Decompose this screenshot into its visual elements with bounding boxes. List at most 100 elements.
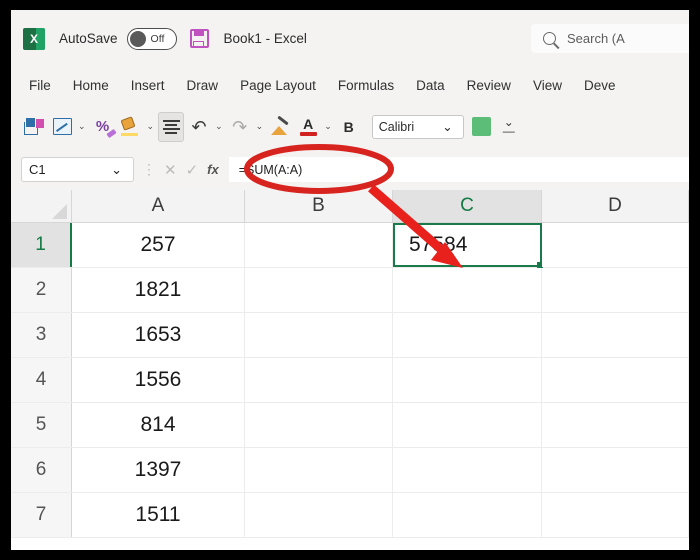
row-header-2[interactable]: 2 xyxy=(11,268,72,312)
cell-D2[interactable] xyxy=(542,268,689,312)
fill-color-icon[interactable] xyxy=(118,112,144,142)
row-header-4[interactable]: 4 xyxy=(11,358,72,402)
title-bar: X AutoSave Off Book1 - Excel Search (A xyxy=(11,10,689,67)
cell-B7[interactable] xyxy=(245,493,393,537)
formula-bar-separator: ⋮ xyxy=(142,161,156,177)
undo-icon[interactable]: ↶ xyxy=(186,112,212,142)
fill-color-chevron-down-icon[interactable]: ⌄ xyxy=(147,121,155,132)
edit-cell-chevron-down-icon[interactable]: ⌄ xyxy=(78,121,86,132)
cell-C2[interactable] xyxy=(393,268,542,312)
name-box-value: C1 xyxy=(29,162,46,177)
insert-function-icon[interactable]: fx xyxy=(207,162,219,177)
table-row: 6 1397 xyxy=(11,448,689,493)
column-header-c[interactable]: C xyxy=(393,190,542,222)
cell-A5[interactable]: 814 xyxy=(72,403,245,447)
font-family-value: Calibri xyxy=(378,119,415,134)
font-family-chevron-down-icon: ⌄ xyxy=(442,120,453,134)
cell-A6[interactable]: 1397 xyxy=(72,448,245,492)
cell-B4[interactable] xyxy=(245,358,393,402)
cell-C7[interactable] xyxy=(393,493,542,537)
cancel-x-icon[interactable]: ✕ xyxy=(164,161,177,179)
quick-toolbar: ⌄ % ⌄ ↶ ⌄ ↷ ⌄ A ⌄ B Calibri ⌄ ⌄ — xyxy=(11,104,689,149)
cell-B5[interactable] xyxy=(245,403,393,447)
cell-D6[interactable] xyxy=(542,448,689,492)
cell-C6[interactable] xyxy=(393,448,542,492)
cell-C3[interactable] xyxy=(393,313,542,357)
cell-D5[interactable] xyxy=(542,403,689,447)
row-header-3[interactable]: 3 xyxy=(11,313,72,357)
confirm-check-icon[interactable]: ✓ xyxy=(186,161,199,179)
align-text-icon[interactable] xyxy=(158,111,185,142)
autosave-label: AutoSave xyxy=(59,31,118,46)
column-header-a[interactable]: A xyxy=(72,190,245,222)
undo-chevron-down-icon[interactable]: ⌄ xyxy=(215,121,223,132)
search-input[interactable]: Search (A xyxy=(531,24,689,53)
cell-B2[interactable] xyxy=(245,268,393,312)
cell-A2[interactable]: 1821 xyxy=(72,268,245,312)
font-family-select[interactable]: Calibri ⌄ xyxy=(371,114,464,139)
row-header-5[interactable]: 5 xyxy=(11,403,72,447)
cell-A3[interactable]: 1653 xyxy=(72,313,245,357)
paste-icon[interactable] xyxy=(21,112,47,142)
tab-insert[interactable]: Insert xyxy=(131,78,165,93)
font-color-chevron-down-icon[interactable]: ⌄ xyxy=(324,121,332,132)
redo-chevron-down-icon[interactable]: ⌄ xyxy=(256,121,264,132)
tab-review[interactable]: Review xyxy=(467,78,511,93)
document-title: Book1 - Excel xyxy=(223,31,307,46)
format-painter-icon[interactable] xyxy=(267,112,293,142)
tab-view[interactable]: View xyxy=(533,78,562,93)
excel-logo-letter: X xyxy=(29,31,38,46)
row-header-1[interactable]: 1 xyxy=(11,223,72,267)
cell-D1[interactable] xyxy=(542,223,689,267)
excel-window: X AutoSave Off Book1 - Excel Search (A F… xyxy=(11,10,689,550)
select-all-corner-icon[interactable] xyxy=(11,190,72,222)
cell-D3[interactable] xyxy=(542,313,689,357)
cell-B6[interactable] xyxy=(245,448,393,492)
cell-A4[interactable]: 1556 xyxy=(72,358,245,402)
table-row: 7 1511 xyxy=(11,493,689,538)
cell-D7[interactable] xyxy=(542,493,689,537)
tab-file[interactable]: File xyxy=(29,78,51,93)
tab-formulas[interactable]: Formulas xyxy=(338,78,394,93)
table-row: 3 1653 xyxy=(11,313,689,358)
table-row: 2 1821 xyxy=(11,268,689,313)
formula-input[interactable]: =SUM(A:A) xyxy=(228,157,689,182)
tab-data[interactable]: Data xyxy=(416,78,445,93)
formula-bar-actions: ✕ ✓ fx xyxy=(164,161,219,179)
table-row: 1 257 57584 xyxy=(11,223,689,268)
ribbon-tabs: File Home Insert Draw Page Layout Formul… xyxy=(11,67,689,104)
font-color-icon[interactable]: A xyxy=(295,112,321,142)
autosave-state-label: Off xyxy=(150,32,165,45)
toolbar-overflow-icon[interactable]: ⌄ — xyxy=(503,116,515,136)
row-header-7[interactable]: 7 xyxy=(11,493,72,537)
column-header-b[interactable]: B xyxy=(245,190,393,222)
edit-cell-icon[interactable] xyxy=(49,112,75,142)
search-icon xyxy=(543,32,556,45)
table-row: 5 814 xyxy=(11,403,689,448)
search-placeholder: Search (A xyxy=(567,31,625,46)
cell-B1[interactable] xyxy=(245,223,393,267)
tab-home[interactable]: Home xyxy=(73,78,109,93)
row-header-6[interactable]: 6 xyxy=(11,448,72,492)
excel-logo-icon: X xyxy=(23,27,45,50)
column-header-d[interactable]: D xyxy=(542,190,689,222)
cell-D4[interactable] xyxy=(542,358,689,402)
name-box[interactable]: C1 ⌄ xyxy=(21,157,134,182)
percent-style-icon[interactable]: % xyxy=(90,112,116,142)
fill-swatch-green[interactable] xyxy=(471,117,491,136)
save-disk-icon[interactable] xyxy=(189,29,209,48)
tab-page-layout[interactable]: Page Layout xyxy=(240,78,316,93)
formula-bar: C1 ⌄ ⋮ ✕ ✓ fx =SUM(A:A) xyxy=(11,149,689,190)
cell-C1[interactable]: 57584 xyxy=(393,223,543,268)
cell-C5[interactable] xyxy=(393,403,542,447)
cell-A7[interactable]: 1511 xyxy=(72,493,245,537)
cell-C4[interactable] xyxy=(393,358,542,402)
autosave-toggle[interactable]: Off xyxy=(126,27,177,50)
tab-draw[interactable]: Draw xyxy=(187,78,219,93)
bold-icon[interactable]: B xyxy=(336,112,362,142)
cell-A1[interactable]: 257 xyxy=(72,223,245,267)
tab-developer[interactable]: Deve xyxy=(584,78,616,93)
autosave-toggle-knob xyxy=(129,30,146,47)
redo-icon[interactable]: ↷ xyxy=(227,112,253,142)
cell-B3[interactable] xyxy=(245,313,393,357)
